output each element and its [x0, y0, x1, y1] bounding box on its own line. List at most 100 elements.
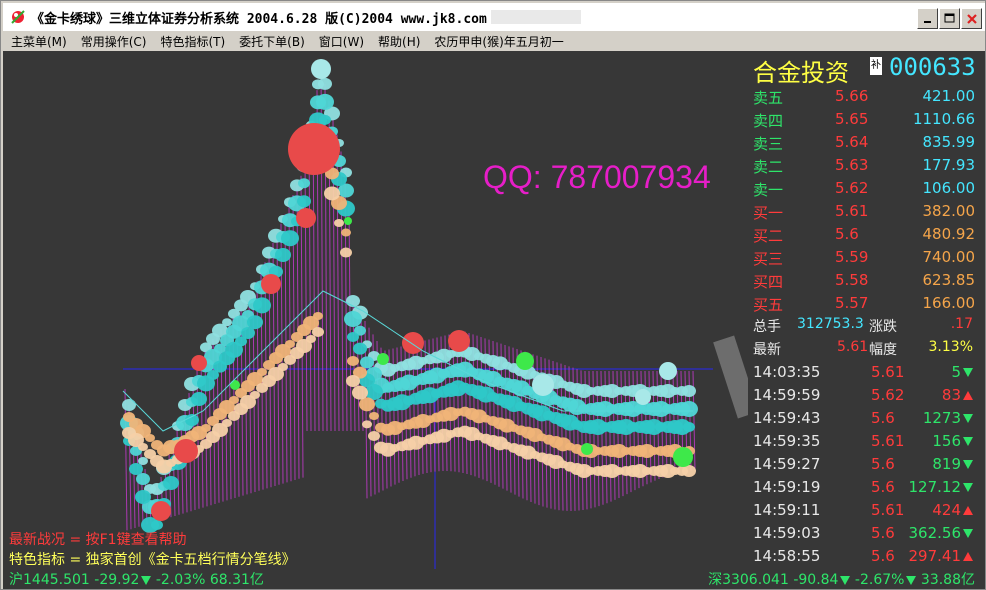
chart-bubble: [346, 295, 360, 307]
tick-row: 14:59:35 5.61 156: [751, 432, 981, 455]
stats-row-latest: 最新 5.61 幅度 3.13%: [751, 339, 981, 361]
chart-bubble: [285, 340, 295, 348]
feature-note: 特色指标 = 独家首创《金卡五档行情分笔线》: [9, 552, 296, 568]
chart-bubble-large: [174, 439, 198, 463]
order-price: 5.57: [835, 294, 869, 312]
total-label: 总手: [753, 319, 781, 335]
tick-volume: 156: [932, 432, 961, 450]
tick-row: 14:59:59 5.62 83: [751, 386, 981, 409]
index-sh-pct: -2.03%: [155, 572, 206, 588]
minimize-button[interactable]: [917, 8, 938, 29]
tick-time: 14:59:43: [753, 409, 821, 427]
menu-window[interactable]: 窗口(W): [319, 33, 364, 50]
chart-bubble: [341, 228, 351, 237]
chart-bubble-large: [151, 501, 171, 521]
latest-value: 5.61: [837, 339, 869, 355]
latest-note: 最新战况 = 按F1键查看帮助: [9, 532, 187, 548]
chart-bubble: [362, 420, 372, 429]
chart-bubble: [360, 356, 374, 369]
tick-time: 14:03:35: [753, 363, 821, 381]
chart-bubble-large: [191, 355, 207, 371]
chart-bubble-large: [288, 123, 340, 175]
chart-bubble-top: [532, 374, 554, 396]
index-sh-amount: 68.31亿: [209, 572, 264, 588]
tick-time: 14:59:03: [753, 524, 821, 542]
chart-stem: [308, 136, 312, 432]
chart-bubble: [368, 431, 380, 441]
menu-help[interactable]: 帮助(H): [378, 33, 420, 50]
tick-price: 5.6: [871, 478, 895, 496]
order-row-sell: 卖五 5.66 421.00: [751, 87, 981, 109]
chart-bubble: [312, 327, 324, 337]
tick-volume: 819: [932, 455, 961, 473]
chart-bubble: [353, 342, 367, 355]
chart-bubble: [346, 375, 360, 387]
chart-bubble: [222, 318, 232, 327]
lunar-date: 农历甲申(猴)年五月初一: [434, 34, 564, 49]
order-label: 买五: [753, 296, 784, 314]
chart-bubble: [129, 463, 143, 475]
order-volume: 480.92: [922, 225, 976, 243]
chart-stem: [692, 370, 696, 472]
tick-price: 5.61: [871, 363, 905, 381]
stock-code: 000633: [889, 53, 976, 81]
order-row-sell: 卖二 5.63 177.93: [751, 156, 981, 178]
chart-bubble: [247, 315, 263, 330]
chart-bubble: [352, 385, 368, 400]
index-sz-amount: 33.88亿: [920, 572, 975, 588]
chart-bubble: [191, 392, 207, 406]
chart-bubble: [135, 490, 151, 504]
latest-label: 最新: [753, 342, 781, 358]
chart-bubble-top: [659, 362, 677, 380]
tick-volume: 424: [932, 501, 961, 519]
index-sz-change: -90.84: [793, 572, 839, 588]
order-price: 5.65: [835, 110, 869, 128]
main-area: QQ: 787007934 最新战况 = 按F1键查看帮助 特色指标 = 独家首…: [3, 51, 985, 589]
chart-bubble: [275, 248, 291, 262]
chart-bubble: [347, 332, 359, 342]
order-volume: 835.99: [922, 133, 976, 151]
order-volume: 382.00: [922, 202, 976, 220]
chart-bubble: [138, 457, 148, 465]
down-arrow-icon: [963, 414, 973, 423]
total-value: 312753.3: [797, 316, 864, 332]
order-label: 卖一: [753, 181, 784, 199]
order-row-sell: 卖一 5.62 106.00: [751, 179, 981, 201]
order-label: 买四: [753, 273, 784, 291]
index-sz-pct: -2.67%: [854, 572, 905, 588]
order-row-sell: 卖四 5.65 1110.66: [751, 110, 981, 132]
chart-bubble-large: [448, 330, 470, 352]
order-row-buy: 买四 5.58 623.85: [751, 271, 981, 293]
menu-common[interactable]: 常用操作(C): [81, 33, 147, 50]
close-button[interactable]: [961, 8, 982, 29]
tick-price: 5.61: [871, 432, 905, 450]
chart-bubble: [298, 178, 310, 189]
menu-indicators[interactable]: 特色指标(T): [160, 33, 225, 50]
chart-bubble-green: [516, 352, 534, 370]
quote-panel: 合金投资 补 000633 卖五 5.66 421.00 卖四 5.65 1110.66 卖…: [751, 51, 985, 569]
tick-row: 14:59:27 5.6 819: [751, 455, 981, 478]
chart-bubble-large: [402, 332, 424, 354]
down-arrow-icon: [963, 529, 973, 538]
title-bar[interactable]: 《金卡绣球》三维立体证券分析系统 2004.6.28 版(C)2004 www.…: [3, 3, 985, 31]
chart-bubble: [369, 412, 379, 420]
chart-bubble: [324, 186, 340, 201]
window-title: 《金卡绣球》三维立体证券分析系统 2004.6.28 版(C)2004 www.…: [31, 11, 487, 27]
chart-bubble: [163, 476, 179, 490]
maximize-button[interactable]: [939, 8, 960, 29]
3d-chart[interactable]: [3, 51, 748, 569]
order-volume: 740.00: [922, 248, 976, 266]
order-price: 5.62: [835, 179, 869, 197]
menu-main[interactable]: 主菜单(M): [11, 33, 67, 50]
order-volume: 106.00: [922, 179, 976, 197]
tick-time: 14:58:55: [753, 547, 821, 565]
range-label: 幅度: [869, 342, 897, 358]
order-label: 卖五: [753, 89, 784, 107]
chart-bubble-top: [635, 389, 651, 405]
menu-order[interactable]: 委托下单(B): [239, 33, 305, 50]
chart-bubble: [138, 443, 148, 451]
tick-price: 5.6: [871, 455, 895, 473]
index-sh-change: -29.92: [94, 572, 140, 588]
chart-bubble: [319, 114, 331, 125]
watermark-text: QQ: 787007934: [483, 159, 711, 195]
